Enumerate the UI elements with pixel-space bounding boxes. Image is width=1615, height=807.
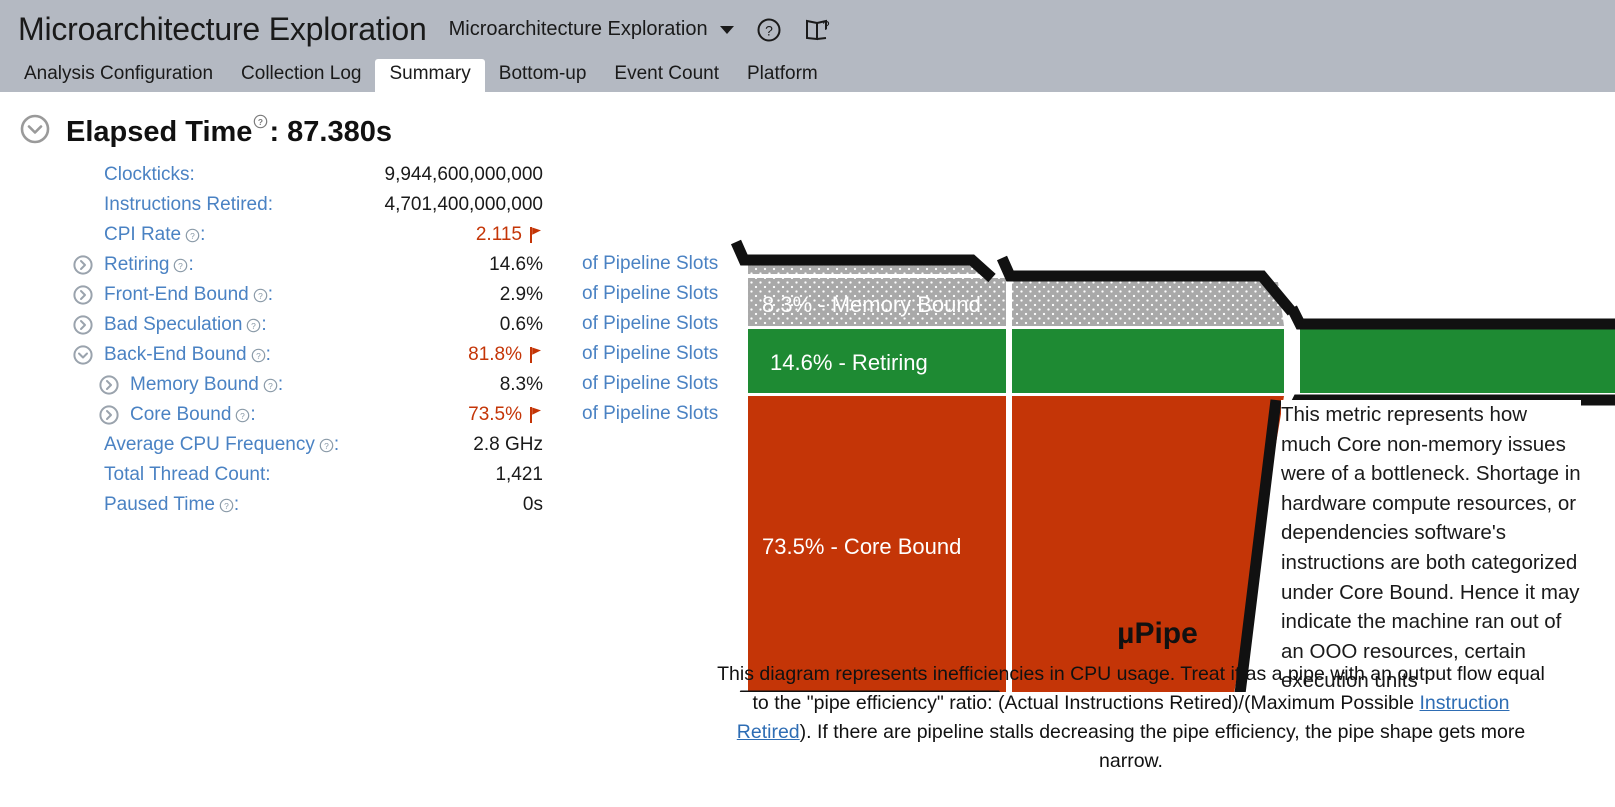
metric-unit: of Pipeline Slots: [582, 283, 718, 305]
metric-value-text: 73.5%: [468, 404, 522, 426]
metric-row: Memory Bound?:8.3%of Pipeline Slots: [0, 370, 760, 400]
svg-text:?: ?: [822, 18, 829, 33]
metric-row: Back-End Bound?:81.8%of Pipeline Slots: [0, 340, 760, 370]
metric-row: Average CPU Frequency?:2.8 GHz: [0, 430, 760, 460]
tab-analysis-configuration[interactable]: Analysis Configuration: [10, 59, 227, 92]
elapsed-time-label: Elapsed Time ? : 87.380s: [66, 114, 392, 149]
project-dropdown-label: Microarchitecture Exploration: [449, 18, 708, 41]
metric-value-text: 81.8%: [468, 344, 522, 366]
pipe-label-memory-bound: 8.3% - Memory Bound: [762, 292, 981, 317]
metric-value: 0.6%: [0, 310, 543, 340]
metric-value: 73.5%: [0, 400, 543, 430]
metric-value-text: 9,944,600,000,000: [385, 164, 544, 186]
tab-bar: Analysis ConfigurationCollection LogSumm…: [0, 59, 1615, 92]
pipe-seg2-memory-bound[interactable]: [1012, 282, 1278, 326]
metric-row: Total Thread Count:1,421: [0, 460, 760, 490]
metric-value: 2.115: [0, 220, 543, 250]
metric-unit: of Pipeline Slots: [582, 343, 718, 365]
metric-row: Clockticks:9,944,600,000,000: [0, 160, 760, 190]
metric-value: 14.6%: [0, 250, 543, 280]
metric-value: 9,944,600,000,000: [0, 160, 543, 190]
metric-value-text: 2.115: [476, 224, 522, 246]
metric-value-text: 8.3%: [500, 374, 543, 396]
chevron-down-icon: [720, 26, 734, 34]
elapsed-separator: :: [269, 116, 287, 148]
book-help-icon[interactable]: ?: [804, 17, 832, 43]
warning-flag-icon: [529, 226, 543, 244]
page-title: Microarchitecture Exploration: [18, 11, 427, 48]
metric-unit: of Pipeline Slots: [582, 253, 718, 275]
svg-text:?: ?: [765, 22, 773, 38]
metric-row: CPI Rate?:2.115: [0, 220, 760, 250]
tab-summary[interactable]: Summary: [375, 59, 484, 92]
metric-value: 4,701,400,000,000: [0, 190, 543, 220]
metric-unit: of Pipeline Slots: [582, 373, 718, 395]
metric-value-text: 0s: [523, 494, 543, 516]
elapsed-time-text: Elapsed Time: [66, 116, 252, 148]
help-icon[interactable]: ?: [253, 114, 268, 129]
metric-value-text: 2.8 GHz: [473, 434, 543, 456]
metric-value-text: 14.6%: [489, 254, 543, 276]
metric-value: 2.8 GHz: [0, 430, 543, 460]
summary-content: Elapsed Time ? : 87.380s Clockticks:9,94…: [0, 92, 1615, 807]
upipe-caption: This diagram represents inefficiencies i…: [716, 660, 1546, 776]
warning-flag-icon: [529, 406, 543, 424]
metric-unit: of Pipeline Slots: [582, 313, 718, 335]
tab-collection-log[interactable]: Collection Log: [227, 59, 375, 92]
tab-platform[interactable]: Platform: [733, 59, 832, 92]
metric-row: Core Bound?:73.5%of Pipeline Slots: [0, 400, 760, 430]
collapse-section-icon[interactable]: [18, 112, 52, 151]
project-dropdown[interactable]: Microarchitecture Exploration: [449, 18, 734, 41]
metric-row: Bad Speculation?:0.6%of Pipeline Slots: [0, 310, 760, 340]
metric-value-text: 1,421: [495, 464, 543, 486]
elapsed-time-header: Elapsed Time ? : 87.380s: [18, 112, 392, 151]
upipe-title: µPipe: [700, 617, 1615, 651]
metric-value-text: 0.6%: [500, 314, 543, 336]
metric-value: 8.3%: [0, 370, 543, 400]
vtune-summary-window: Microarchitecture Exploration Microarchi…: [0, 0, 1615, 807]
metric-row: Instructions Retired:4,701,400,000,000: [0, 190, 760, 220]
metric-value: 0s: [0, 490, 543, 520]
warning-flag-icon: [529, 346, 543, 364]
metric-tooltip: This metric represents how much Core non…: [1281, 400, 1581, 704]
metric-row: Paused Time?:0s: [0, 490, 760, 520]
metrics-list: Clockticks:9,944,600,000,000Instructions…: [0, 160, 760, 520]
pipe-label-core-bound: 73.5% - Core Bound: [762, 534, 961, 559]
caption-part2: ). If there are pipeline stalls decreasi…: [800, 721, 1526, 772]
metric-row: Front-End Bound?:2.9%of Pipeline Slots: [0, 280, 760, 310]
pipe-seg2-retiring[interactable]: [1012, 329, 1284, 393]
pipe-seg3-top-outline: [1292, 308, 1615, 324]
question-circle-icon[interactable]: ?: [756, 17, 782, 43]
tab-bottom-up[interactable]: Bottom-up: [485, 59, 601, 92]
metric-value-text: 2.9%: [500, 284, 543, 306]
pipe-label-retiring: 14.6% - Retiring: [770, 350, 928, 375]
tab-event-count[interactable]: Event Count: [600, 59, 733, 92]
svg-text:?: ?: [258, 117, 263, 127]
metric-value: 81.8%: [0, 340, 543, 370]
pipe-seg3-retiring[interactable]: [1300, 329, 1615, 393]
metric-unit: of Pipeline Slots: [582, 403, 718, 425]
metric-value-text: 4,701,400,000,000: [385, 194, 544, 216]
title-bar: Microarchitecture Exploration Microarchi…: [0, 0, 1615, 59]
metric-value: 1,421: [0, 460, 543, 490]
metric-row: Retiring?:14.6%of Pipeline Slots: [0, 250, 760, 280]
metric-value: 2.9%: [0, 280, 543, 310]
elapsed-time-value: 87.380s: [287, 116, 392, 148]
